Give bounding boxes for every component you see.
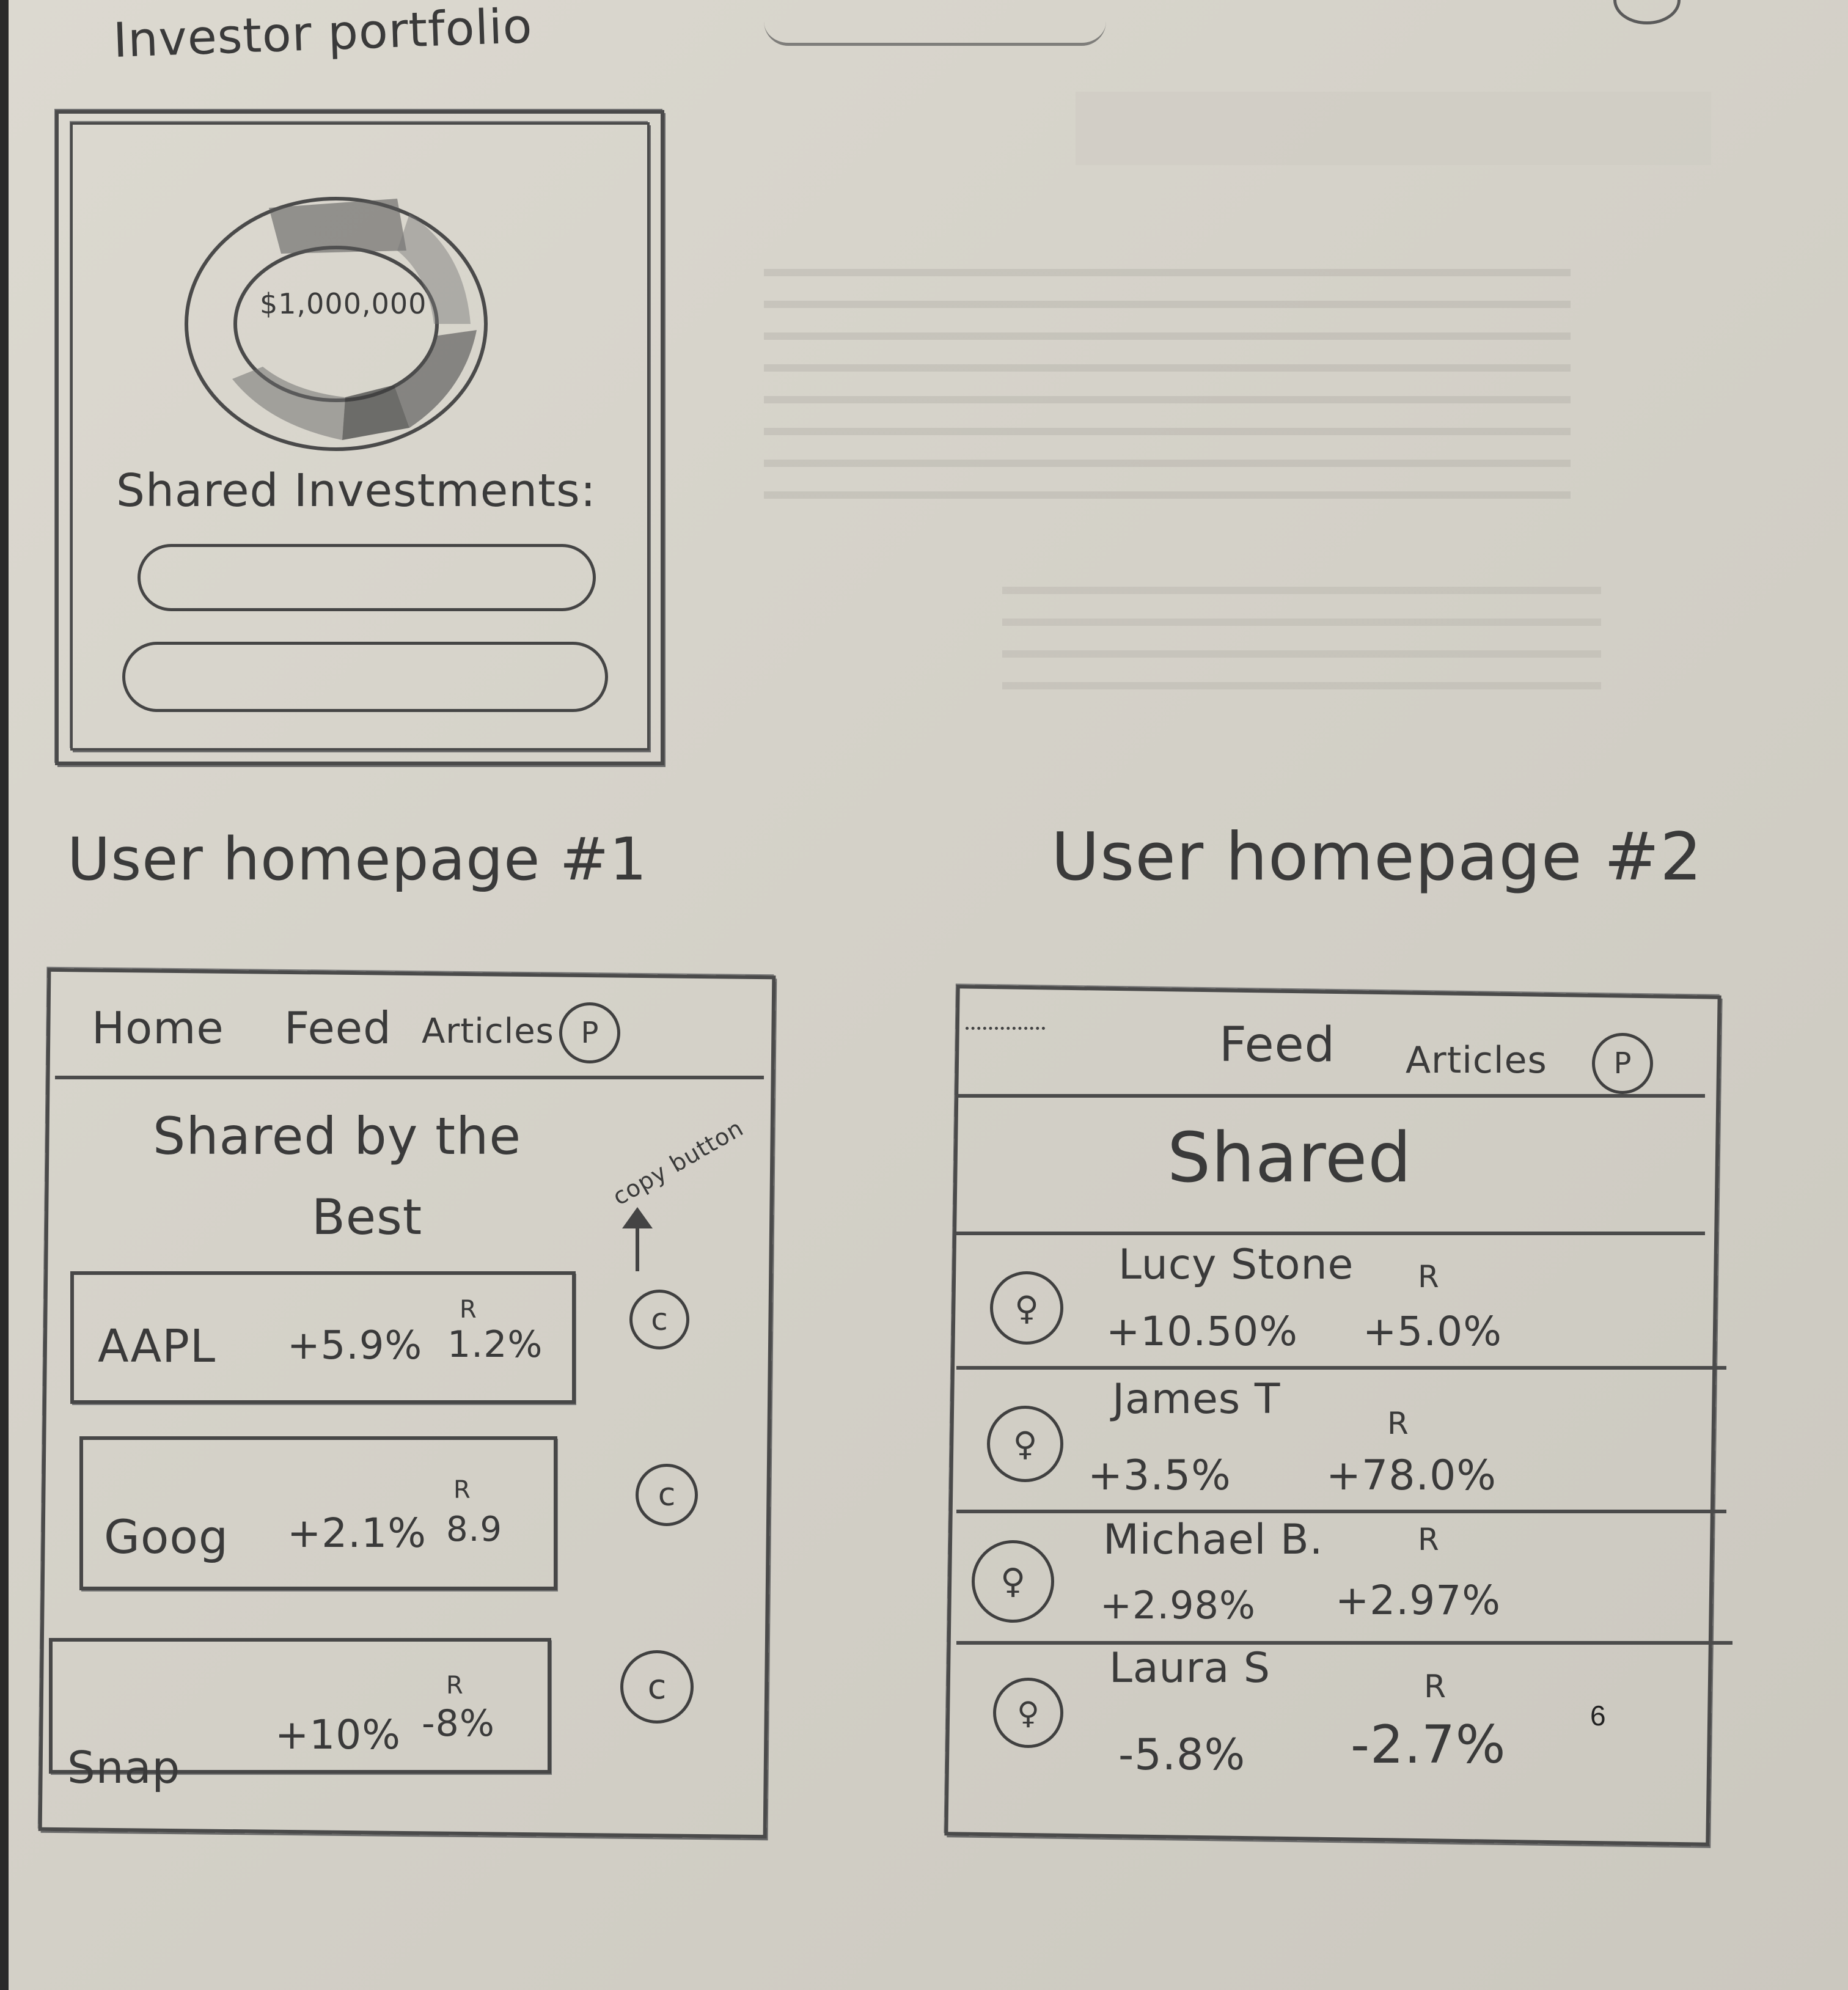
cutoff-circle xyxy=(1613,0,1681,24)
user-r-value: -2.7% xyxy=(1351,1714,1506,1775)
table-edge xyxy=(0,0,9,1990)
user-avatar-icon[interactable]: ♀ xyxy=(993,1678,1063,1748)
profile-button[interactable]: P xyxy=(1592,1033,1653,1094)
user-r-value: +78.0% xyxy=(1326,1452,1497,1500)
user-change: +3.5% xyxy=(1088,1452,1231,1500)
profile-button[interactable]: P xyxy=(559,1002,620,1063)
stock-r-label: R xyxy=(446,1672,464,1700)
copy-button[interactable]: c xyxy=(629,1290,689,1349)
row-divider xyxy=(956,1232,1705,1235)
bleed-lines-2 xyxy=(1002,562,1601,697)
nav-feed-link[interactable]: Feed xyxy=(284,1002,392,1054)
homepage2-nav-divider xyxy=(956,1094,1705,1098)
profile-icon: P xyxy=(1613,1046,1632,1081)
user-r-label: R xyxy=(1418,1522,1440,1557)
homepage1-nav-divider xyxy=(55,1076,764,1079)
shared-investment-item-2[interactable] xyxy=(122,642,608,712)
stock-r-label: R xyxy=(460,1296,477,1324)
nav-articles-link[interactable]: Articles xyxy=(422,1012,554,1051)
user-change: -5.8% xyxy=(1118,1730,1246,1780)
stock-change: +10% xyxy=(275,1711,401,1758)
user-r-label: R xyxy=(1418,1259,1440,1294)
user-avatar-icon[interactable]: ♀ xyxy=(990,1271,1063,1345)
copy-icon: c xyxy=(658,1477,676,1513)
user-r-value: +5.0% xyxy=(1363,1308,1502,1355)
homepage1-section-title: Shared by the xyxy=(153,1106,522,1166)
bleed-block xyxy=(1076,92,1711,165)
menu-scribble-icon[interactable] xyxy=(966,1027,1045,1041)
user-r-label: R xyxy=(1387,1406,1409,1441)
user-change: +2.98% xyxy=(1100,1583,1256,1628)
annotation-arrowhead-icon xyxy=(622,1207,653,1228)
copy-icon: c xyxy=(647,1667,667,1707)
nav-home-link[interactable]: Home xyxy=(92,1002,224,1054)
user-avatar-icon[interactable]: ♀ xyxy=(987,1406,1063,1482)
page-number: 6 xyxy=(1590,1700,1606,1731)
user-change: +10.50% xyxy=(1106,1308,1298,1355)
stock-ticker: Snap xyxy=(67,1742,181,1793)
row-divider xyxy=(956,1510,1726,1513)
homepage2-section-title: Shared xyxy=(1167,1118,1412,1198)
stock-ticker: AAPL xyxy=(98,1320,216,1373)
nav-articles-link[interactable]: Articles xyxy=(1406,1039,1547,1082)
stock-r-value: -8% xyxy=(422,1702,495,1745)
homepage1-section-title-2: Best xyxy=(312,1189,423,1246)
paper-sheet: Investor portfolio $1,000,000 Shared Inv… xyxy=(0,0,1848,1990)
stock-change: +2.1% xyxy=(287,1510,427,1557)
user-name[interactable]: Lucy Stone xyxy=(1118,1241,1354,1289)
shared-investments-label: Shared Investments: xyxy=(116,464,596,517)
user-name[interactable]: Laura S xyxy=(1109,1644,1270,1692)
copy-button[interactable]: c xyxy=(636,1464,698,1526)
user-name[interactable]: Michael B. xyxy=(1103,1516,1323,1564)
row-divider xyxy=(956,1366,1726,1370)
stock-r-label: R xyxy=(453,1476,471,1504)
nav-feed-link[interactable]: Feed xyxy=(1219,1018,1335,1073)
profile-icon: P xyxy=(581,1016,599,1050)
stock-r-value: 1.2% xyxy=(447,1323,543,1366)
stock-change: +5.9% xyxy=(287,1323,423,1368)
cutoff-scribble xyxy=(764,0,1106,46)
homepage2-heading: User homepage #2 xyxy=(1051,819,1703,895)
bleed-lines xyxy=(764,244,1571,501)
stock-ticker: Goog xyxy=(104,1510,229,1564)
shared-investment-item-1[interactable] xyxy=(138,544,596,611)
stock-r-value: 8.9 xyxy=(446,1510,503,1549)
user-r-label: R xyxy=(1424,1669,1447,1705)
user-r-value: +2.97% xyxy=(1335,1577,1501,1624)
user-name[interactable]: James T xyxy=(1112,1375,1280,1423)
row-divider xyxy=(956,1641,1733,1645)
portfolio-donut-chart xyxy=(185,197,488,451)
homepage1-heading: User homepage #1 xyxy=(67,825,648,894)
portfolio-total-value: $1,000,000 xyxy=(260,287,427,320)
user-avatar-icon[interactable]: ♀ xyxy=(972,1540,1054,1623)
copy-button[interactable]: c xyxy=(620,1650,694,1724)
portfolio-title: Investor portfolio xyxy=(112,0,534,68)
copy-icon: c xyxy=(651,1302,668,1337)
